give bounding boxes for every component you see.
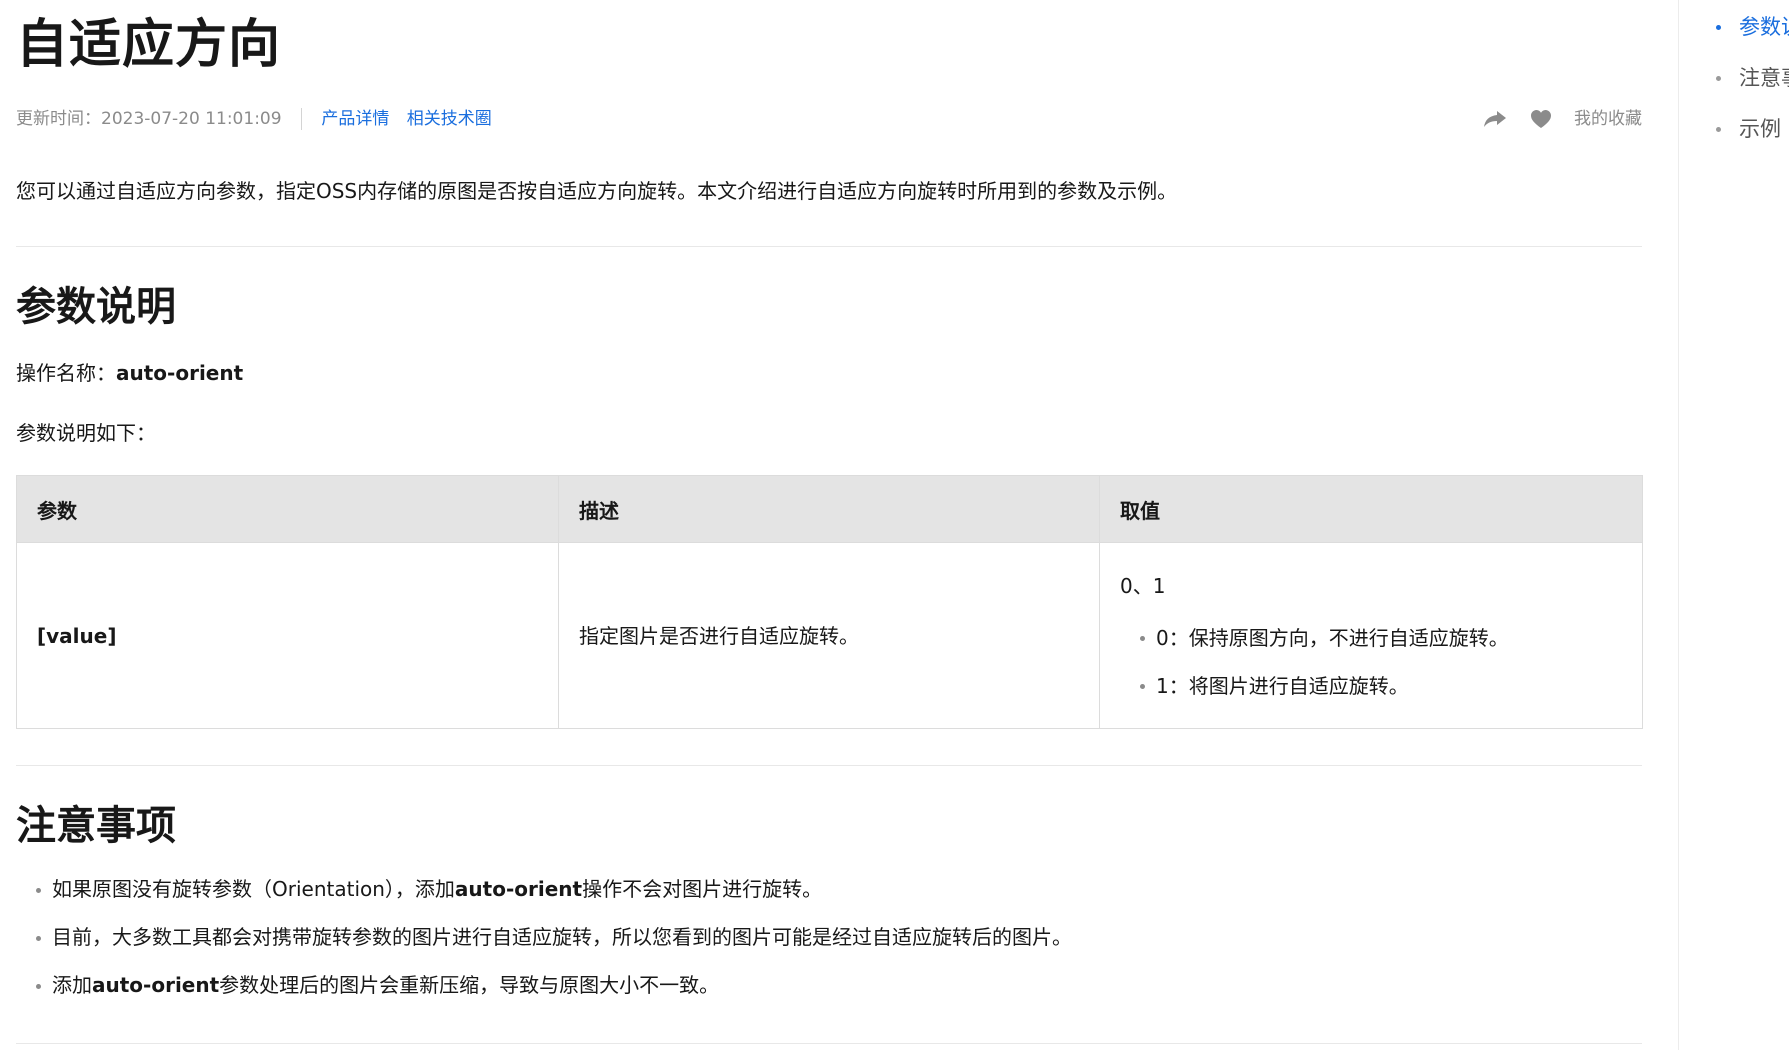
toc-divider xyxy=(1678,0,1679,1050)
favorite-label[interactable]: 我的收藏 xyxy=(1574,106,1642,132)
article-meta: 更新时间：2023-07-20 11:01:09 产品详情 相关技术圈 我的收藏 xyxy=(16,106,1642,132)
header-value: 取值 xyxy=(1099,475,1643,543)
value-range: 0、1 xyxy=(1120,573,1166,598)
toc-item-params[interactable]: 参数说明 xyxy=(1712,12,1789,42)
list-item: 如果原图没有旋转参数（Orientation），添加auto-orient操作不… xyxy=(16,874,1072,904)
list-item-text: 0：保持原图方向，不进行自适应旋转。 xyxy=(1156,625,1509,650)
note-text: 参数处理后的图片会重新压缩，导致与原图大小不一致。 xyxy=(219,973,720,997)
operation-label: 操作名称： xyxy=(16,361,116,385)
table-row: [value] 指定图片是否进行自适应旋转。 0、1 0：保持原图方向，不进行自… xyxy=(16,542,1643,729)
note-code: auto-orient xyxy=(454,877,583,901)
table-intro: 参数说明如下： xyxy=(16,421,156,445)
tech-circle-link[interactable]: 相关技术圈 xyxy=(407,109,492,129)
note-text: 操作不会对图片进行旋转。 xyxy=(582,877,823,901)
operation-name: 操作名称：auto-orient xyxy=(16,358,243,388)
header-desc: 描述 xyxy=(558,475,1100,543)
notes-list: 如果原图没有旋转参数（Orientation），添加auto-orient操作不… xyxy=(16,874,1072,1018)
table-of-contents: 参数说明 注意事项 示例 xyxy=(1712,12,1789,165)
param-name: [value] xyxy=(37,623,117,648)
share-icon[interactable] xyxy=(1482,109,1508,129)
toc-label: 示例 xyxy=(1739,117,1781,141)
note-code: auto-orient xyxy=(92,973,220,997)
bullet-icon xyxy=(36,984,41,989)
section-divider xyxy=(16,246,1642,247)
update-time: 更新时间：2023-07-20 11:01:09 xyxy=(16,109,282,129)
list-item: 目前，大多数工具都会对携带旋转参数的图片进行自适应旋转，所以您看到的图片可能是经… xyxy=(16,922,1072,952)
value-list: 0：保持原图方向，不进行自适应旋转。 1：将图片进行自适应旋转。 xyxy=(1120,623,1622,701)
heart-icon[interactable] xyxy=(1530,109,1552,129)
list-item: 1：将图片进行自适应旋转。 xyxy=(1120,671,1622,701)
header-param: 参数 xyxy=(16,475,559,543)
toc-item-example[interactable]: 示例 xyxy=(1712,114,1789,144)
bullet-icon xyxy=(36,888,41,893)
intro-text: 您可以通过自适应方向参数，指定OSS内存储的原图是否按自适应方向旋转。本文介绍进… xyxy=(16,179,1178,203)
product-detail-link[interactable]: 产品详情 xyxy=(321,109,389,129)
bullet-icon xyxy=(1716,76,1721,81)
bullet-icon xyxy=(1140,683,1145,689)
bullet-icon xyxy=(36,936,41,941)
table-header-row: 参数 描述 取值 xyxy=(16,475,1643,543)
list-item-text: 1：将图片进行自适应旋转。 xyxy=(1156,673,1409,698)
bullet-icon xyxy=(1140,635,1145,641)
page-title: 自适应方向 xyxy=(16,15,282,75)
note-text: 如果原图没有旋转参数（Orientation），添加 xyxy=(52,877,455,901)
params-table: 参数 描述 取值 [value] 指定图片是否进行自适应旋转。 0、1 0：保持… xyxy=(16,475,1643,729)
cell-param: [value] xyxy=(16,542,559,729)
toc-label: 注意事项 xyxy=(1739,66,1789,90)
list-item: 添加auto-orient参数处理后的图片会重新压缩，导致与原图大小不一致。 xyxy=(16,970,1072,1000)
bullet-icon xyxy=(1716,127,1721,132)
params-heading: 参数说明 xyxy=(16,284,176,330)
operation-value: auto-orient xyxy=(116,361,244,385)
cell-value: 0、1 0：保持原图方向，不进行自适应旋转。 1：将图片进行自适应旋转。 xyxy=(1099,542,1643,729)
section-divider xyxy=(16,765,1642,766)
notes-heading: 注意事项 xyxy=(16,803,176,849)
toc-item-notes[interactable]: 注意事项 xyxy=(1712,63,1789,93)
section-divider xyxy=(16,1043,1642,1044)
cell-desc: 指定图片是否进行自适应旋转。 xyxy=(558,542,1100,729)
toc-label: 参数说明 xyxy=(1739,15,1789,39)
note-text: 添加 xyxy=(52,973,92,997)
bullet-icon xyxy=(1716,25,1721,30)
list-item: 0：保持原图方向，不进行自适应旋转。 xyxy=(1120,623,1622,653)
meta-divider xyxy=(300,108,302,130)
meta-actions: 我的收藏 xyxy=(1482,106,1642,132)
note-text: 目前，大多数工具都会对携带旋转参数的图片进行自适应旋转，所以您看到的图片可能是经… xyxy=(52,925,1072,949)
